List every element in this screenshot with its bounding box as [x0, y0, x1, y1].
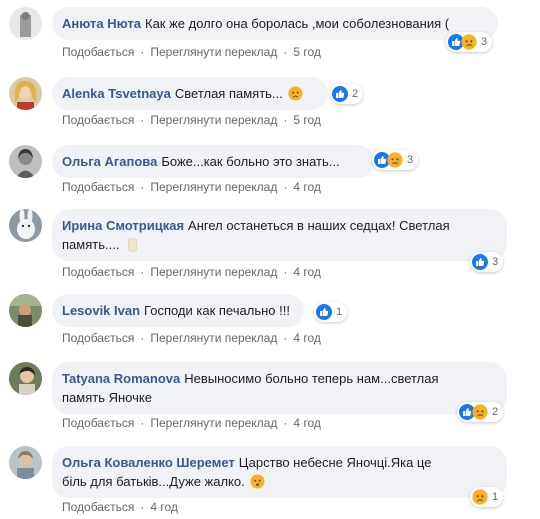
reaction-summary[interactable]: 2 — [330, 84, 364, 104]
see-translation-link[interactable]: Переглянути переклад — [150, 331, 277, 345]
comment-text: Господи как печально !!! — [144, 303, 290, 318]
like-reaction-icon — [332, 86, 348, 102]
comment-text: Невыносимо больно теперь нам...светлая — [184, 371, 439, 386]
separator: · — [140, 331, 145, 345]
reaction-count: 3 — [492, 256, 499, 268]
comment-actions: Подобається · Переглянути переклад · 5 год — [62, 45, 321, 59]
separator: · — [283, 331, 288, 345]
avatar[interactable] — [9, 77, 42, 110]
avatar[interactable] — [9, 446, 42, 479]
like-link[interactable]: Подобається — [62, 265, 134, 279]
sad-face-emoji-icon — [288, 86, 303, 101]
reaction-summary[interactable]: 3 — [372, 150, 419, 170]
comment-author[interactable]: Alenka Tsvetnaya — [62, 86, 171, 101]
separator: · — [283, 113, 288, 127]
comment-actions: Подобається · Переглянути переклад · 5 год — [62, 113, 321, 127]
comment-actions: Подобається · Переглянути переклад · 4 год — [62, 331, 321, 345]
avatar[interactable] — [9, 209, 42, 242]
like-link[interactable]: Подобається — [62, 500, 134, 514]
comment-author[interactable]: Ольга Агапова — [62, 154, 157, 169]
separator: · — [283, 45, 288, 59]
sad-reaction-icon — [387, 152, 403, 168]
timestamp[interactable]: 4 год — [293, 416, 321, 430]
reaction-summary[interactable]: 1 — [470, 487, 504, 507]
reaction-count: 3 — [407, 154, 414, 166]
separator: · — [283, 416, 288, 430]
like-reaction-icon — [472, 254, 488, 270]
timestamp[interactable]: 4 год — [150, 500, 178, 514]
comment-text: Светлая память... — [174, 86, 283, 101]
avatar[interactable] — [9, 294, 42, 327]
comment-text: біль для батьків...Дуже жалко. — [62, 474, 245, 489]
avatar[interactable] — [9, 145, 42, 178]
crying-face-emoji-icon — [250, 474, 265, 489]
comment-author[interactable]: Анюта Нюта — [62, 16, 141, 31]
comment-bubble: Alenka Tsvetnaya Светлая память... — [52, 77, 328, 110]
timestamp[interactable]: 4 год — [293, 180, 321, 194]
see-translation-link[interactable]: Переглянути переклад — [150, 180, 277, 194]
see-translation-link[interactable]: Переглянути переклад — [150, 113, 277, 127]
comment-bubble: Lesovik Ivan Господи как печально !!! — [52, 294, 304, 327]
timestamp[interactable]: 4 год — [293, 331, 321, 345]
reaction-summary[interactable]: 3 — [470, 252, 504, 272]
timestamp[interactable]: 4 год — [293, 265, 321, 279]
comment-author[interactable]: Tatyana Romanova — [62, 371, 180, 386]
separator: · — [140, 416, 145, 430]
reaction-summary[interactable]: 1 — [314, 302, 348, 322]
reaction-count: 1 — [492, 491, 499, 503]
sad-reaction-icon — [472, 404, 488, 420]
candle-emoji-icon — [125, 237, 140, 252]
like-reaction-icon — [316, 304, 332, 320]
comment-bubble: Анюта Нюта Как же долго она боролась ,мои… — [52, 7, 498, 40]
separator: · — [283, 265, 288, 279]
comment-author[interactable]: Ольга Коваленко Шеремет — [62, 455, 235, 470]
comment-actions: Подобається · Переглянути переклад · 4 год — [62, 265, 321, 279]
comment-bubble: Ирина Смотрицкая Ангел останеться в наших… — [52, 209, 507, 261]
comment-bubble: Tatyana Romanova Невыносимо больно теперь… — [52, 362, 507, 414]
reaction-count: 2 — [492, 406, 499, 418]
comment-actions: Подобається · Переглянути переклад · 4 год — [62, 180, 321, 194]
see-translation-link[interactable]: Переглянути переклад — [150, 416, 277, 430]
comment-text: Боже...как больно это знать... — [161, 154, 340, 169]
avatar[interactable] — [9, 7, 42, 40]
separator: · — [140, 180, 145, 194]
reaction-count: 1 — [336, 306, 343, 318]
separator: · — [283, 180, 288, 194]
like-link[interactable]: Подобається — [62, 45, 134, 59]
separator: · — [140, 45, 145, 59]
separator: · — [140, 265, 145, 279]
comment-author[interactable]: Lesovik Ivan — [62, 303, 140, 318]
comment-text: Ангел останеться в наших седцах! Светлая — [188, 218, 450, 233]
comment-text: Как же долго она боролась ,мои соболезно… — [145, 16, 450, 31]
like-link[interactable]: Подобається — [62, 180, 134, 194]
comment-author[interactable]: Ирина Смотрицкая — [62, 218, 184, 233]
comment-text: память Яночке — [62, 390, 152, 405]
comment-bubble: Ольга Коваленко Шеремет Царство небесне Я… — [52, 446, 507, 498]
see-translation-link[interactable]: Переглянути переклад — [150, 265, 277, 279]
like-link[interactable]: Подобається — [62, 113, 134, 127]
avatar[interactable] — [9, 362, 42, 395]
reaction-count: 2 — [352, 88, 359, 100]
comment-actions: Подобається · Переглянути переклад · 4 год — [62, 416, 321, 430]
comment-text: Царство небесне Яночці.Яка це — [238, 455, 432, 470]
reaction-summary[interactable]: 2 — [457, 402, 504, 422]
comment-bubble: Ольга Агапова Боже...как больно это знать… — [52, 145, 374, 178]
sad-reaction-icon — [461, 34, 477, 50]
comment-text: память.... — [62, 237, 120, 252]
reaction-count: 3 — [481, 36, 488, 48]
timestamp[interactable]: 5 год — [293, 113, 321, 127]
timestamp[interactable]: 5 год — [293, 45, 321, 59]
comment-actions: Подобається · 4 год — [62, 500, 178, 514]
like-link[interactable]: Подобається — [62, 416, 134, 430]
sad-reaction-icon — [472, 489, 488, 505]
like-link[interactable]: Подобається — [62, 331, 134, 345]
separator: · — [140, 113, 145, 127]
reaction-summary[interactable]: 3 — [446, 32, 493, 52]
separator: · — [140, 500, 145, 514]
see-translation-link[interactable]: Переглянути переклад — [150, 45, 277, 59]
